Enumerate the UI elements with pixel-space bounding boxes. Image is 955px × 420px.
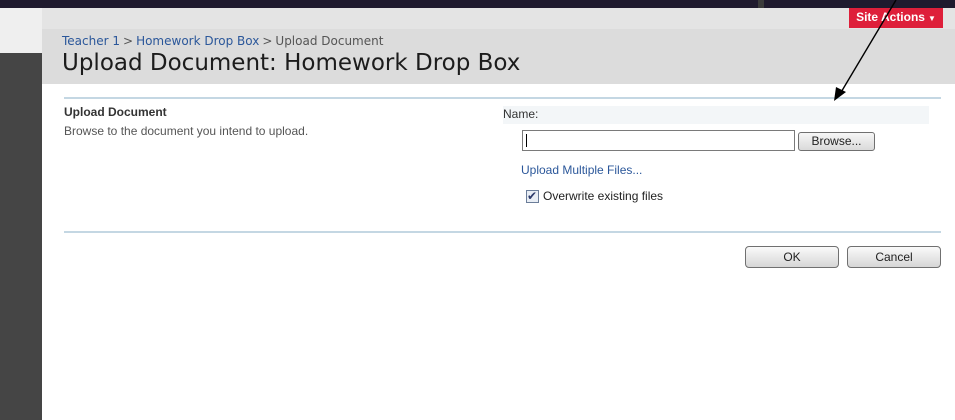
- ok-button[interactable]: OK: [745, 246, 839, 268]
- section-divider-top: [64, 97, 941, 99]
- section-divider-bottom: [64, 231, 941, 233]
- file-name-input[interactable]: [522, 130, 795, 151]
- checkmark-icon: ✔: [527, 188, 538, 203]
- site-actions-label: Site Actions: [856, 10, 925, 24]
- name-row: [503, 106, 929, 124]
- breadcrumb-separator: >: [123, 34, 134, 48]
- section-description: Browse to the document you intend to upl…: [64, 124, 309, 138]
- overwrite-checkbox[interactable]: ✔: [526, 188, 539, 203]
- name-label: Name:: [503, 107, 539, 121]
- page-title: Upload Document: Homework Drop Box: [62, 50, 521, 76]
- browse-button[interactable]: Browse...: [798, 132, 875, 151]
- breadcrumb-current: Upload Document: [275, 34, 384, 48]
- top-bar: [0, 0, 955, 8]
- overwrite-label: Overwrite existing files: [543, 189, 664, 203]
- breadcrumb-separator: >: [262, 34, 273, 48]
- left-margin: [0, 8, 42, 420]
- site-actions-button[interactable]: Site Actions ▼: [849, 8, 943, 28]
- chevron-down-icon: ▼: [927, 14, 936, 23]
- cancel-button[interactable]: Cancel: [847, 246, 941, 268]
- breadcrumb-link-teacher[interactable]: Teacher 1: [62, 34, 120, 48]
- overwrite-option[interactable]: ✔ Overwrite existing files: [526, 188, 663, 204]
- breadcrumb: Teacher 1 > Homework Drop Box > Upload Docum…: [62, 34, 383, 48]
- top-strip: [0, 8, 955, 29]
- upload-multiple-files-link[interactable]: Upload Multiple Files...: [521, 163, 642, 177]
- section-title: Upload Document: [64, 105, 167, 119]
- left-margin-cap: [0, 8, 42, 53]
- text-cursor: [526, 134, 527, 147]
- breadcrumb-link-drop-box[interactable]: Homework Drop Box: [136, 34, 259, 48]
